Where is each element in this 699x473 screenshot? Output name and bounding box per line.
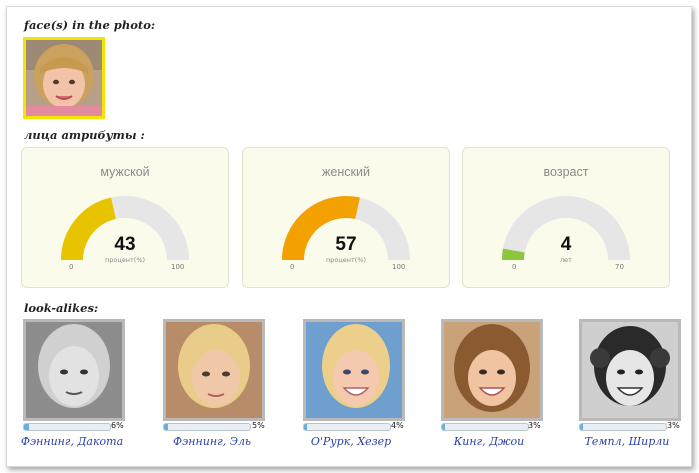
gauge-card-female: женский 57 процент(%) 0 100 bbox=[242, 147, 450, 288]
gauge-unit: процент(%) bbox=[104, 256, 146, 264]
lookalike-photo[interactable] bbox=[579, 319, 681, 421]
gauge-min: 0 bbox=[69, 263, 74, 271]
lookalikes-section-title: look-alikes: bbox=[24, 301, 99, 315]
lookalike-name-link[interactable]: Темпл, Ширли bbox=[562, 435, 691, 448]
gauge-max: 70 bbox=[615, 263, 624, 271]
gauge-arc bbox=[61, 196, 189, 261]
similarity-bar-fill bbox=[580, 424, 583, 430]
similarity-percent: 4% bbox=[391, 421, 404, 430]
gauge-min: 0 bbox=[290, 263, 295, 271]
gauge-value: 57 bbox=[335, 234, 357, 255]
gauge-card-male: мужской 43 процент(%) 0 100 bbox=[21, 147, 229, 288]
faces-section-title: face(s) in the photo: bbox=[24, 18, 156, 32]
similarity-percent: 6% bbox=[111, 421, 124, 430]
similarity-bar bbox=[163, 423, 251, 431]
lookalike-photo[interactable] bbox=[441, 319, 543, 421]
similarity-bar-fill bbox=[442, 424, 445, 430]
lookalike-photo[interactable] bbox=[303, 319, 405, 421]
lookalike-name-link[interactable]: О'Рурк, Хезер bbox=[286, 435, 416, 448]
bw-child-portrait-icon bbox=[26, 322, 122, 418]
gauge-max: 100 bbox=[392, 263, 406, 271]
gauge-unit: лет bbox=[560, 256, 572, 264]
similarity-percent: 3% bbox=[528, 421, 541, 430]
smiling-girl-portrait-icon bbox=[306, 322, 402, 418]
lookalike-photo[interactable] bbox=[163, 319, 265, 421]
child-face-photo-icon bbox=[26, 40, 102, 116]
similarity-bar bbox=[303, 423, 391, 431]
similarity-bar bbox=[23, 423, 111, 431]
attributes-section-title: лица атрибуты : bbox=[24, 128, 145, 142]
gauge-arc bbox=[502, 196, 630, 261]
similarity-bar bbox=[441, 423, 529, 431]
similarity-bar-fill bbox=[164, 424, 169, 430]
gauge-max: 100 bbox=[171, 263, 185, 271]
detected-face-thumbnail[interactable] bbox=[23, 37, 105, 119]
gauge-card-age: возраст 4 лет 0 70 bbox=[462, 147, 670, 288]
similarity-percent: 3% bbox=[667, 421, 680, 430]
lookalike-photo[interactable] bbox=[23, 319, 125, 421]
lookalike-name-link[interactable]: Фэннинг, Эль bbox=[147, 435, 277, 448]
gauge-value: 43 bbox=[114, 234, 136, 255]
brunette-girl-portrait-icon bbox=[444, 322, 540, 418]
similarity-bar-fill bbox=[24, 424, 30, 430]
gauge-value: 4 bbox=[560, 234, 572, 255]
similarity-bar bbox=[579, 423, 667, 431]
gauge-arc bbox=[282, 196, 410, 261]
lookalike-name-link[interactable]: Фэннинг, Дакота bbox=[7, 435, 137, 448]
similarity-bar-fill bbox=[304, 424, 308, 430]
curly-girl-portrait-icon bbox=[582, 322, 678, 418]
similarity-percent: 5% bbox=[252, 421, 265, 430]
gauge-unit: процент(%) bbox=[325, 256, 367, 264]
result-panel: face(s) in the photo: лица атрибуты : му… bbox=[6, 6, 692, 467]
blonde-child-portrait-icon bbox=[166, 322, 262, 418]
gauge-min: 0 bbox=[512, 263, 517, 271]
lookalike-name-link[interactable]: Кинг, Джои bbox=[424, 435, 554, 448]
